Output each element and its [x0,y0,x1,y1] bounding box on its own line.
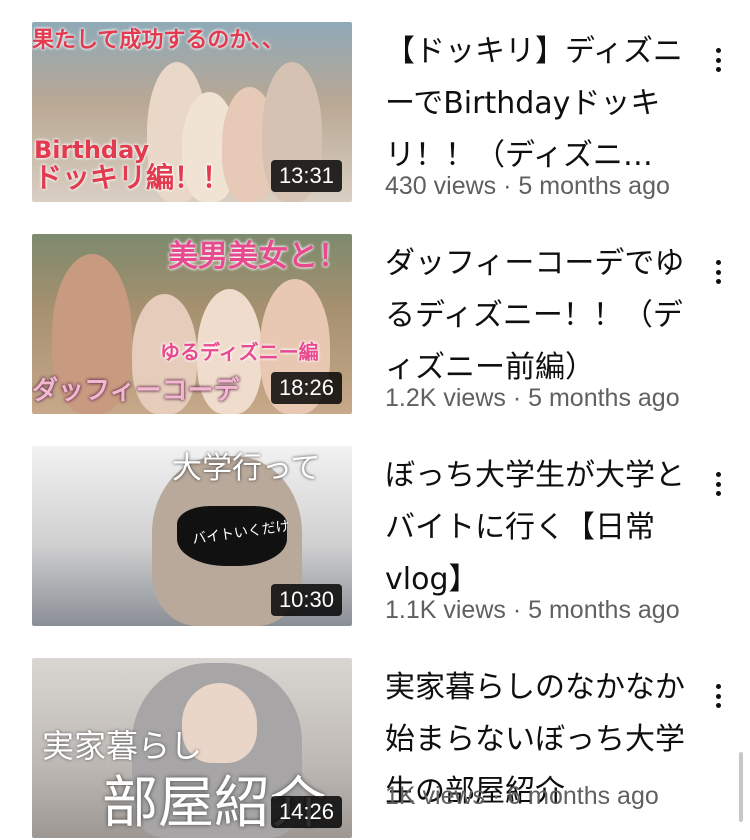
upload-age: 5 months ago [528,596,680,624]
scrollbar[interactable] [739,752,743,822]
thumbnail-caption: Birthday [34,136,150,164]
more-options-icon[interactable] [706,44,730,76]
meta-separator: · [512,384,522,412]
more-options-icon[interactable] [706,256,730,288]
thumbnail-caption: ダッフィーコーデ [32,376,240,406]
more-options-icon[interactable] [706,680,730,712]
video-thumbnail[interactable]: 実家暮らし 部屋紹介 14:26 [32,658,352,838]
video-meta: 1.1K views · 5 months ago [385,596,715,625]
more-options-icon[interactable] [706,468,730,500]
video-meta: 1K views · 6 months ago [385,782,715,811]
video-title[interactable]: ぼっち大学生が大学とバイトに行く【日常vlog】 [385,450,685,606]
view-count: 1.1K views [385,596,506,624]
video-item[interactable]: 美男美女と！ ゆるディズニー編 ダッフィーコーデ 18:26 ダッフィーコーデで… [0,234,750,434]
video-thumbnail[interactable]: 果たして成功するのか、、 Birthday ドッキリ編！！ 13:31 [32,22,352,202]
video-item[interactable]: 果たして成功するのか、、 Birthday ドッキリ編！！ 13:31 【ドッキ… [0,22,750,222]
video-duration: 13:31 [270,159,342,192]
thumbnail-caption: 実家暮らし [42,727,203,765]
thumbnail-caption: 大学行って [172,451,321,486]
thumbnail-caption: ゆるディズニー編 [160,340,319,364]
view-count: 1.2K views [385,384,506,412]
video-meta: 1.2K views · 5 months ago [385,384,715,413]
meta-separator: · [503,172,512,200]
upload-age: 6 months ago [507,782,659,810]
view-count: 430 views [385,172,497,200]
video-thumbnail[interactable]: 大学行って バイトいくだけ 10:30 [32,446,352,626]
video-thumbnail[interactable]: 美男美女と！ ゆるディズニー編 ダッフィーコーデ 18:26 [32,234,352,414]
video-meta: 430 views · 5 months ago [385,172,715,201]
video-item[interactable]: 実家暮らし 部屋紹介 14:26 実家暮らしのなかなか始まらないぼっち大学生の部… [0,658,750,840]
video-duration: 10:30 [270,583,342,616]
upload-age: 5 months ago [518,172,670,200]
meta-separator: · [492,782,501,810]
view-count: 1K views [385,782,486,810]
thumbnail-caption: ドッキリ編！！ [34,161,231,194]
video-duration: 14:26 [270,795,342,828]
video-item[interactable]: 大学行って バイトいくだけ 10:30 ぼっち大学生が大学とバイトに行く【日常v… [0,446,750,646]
meta-separator: · [512,596,522,624]
thumbnail-caption: 果たして成功するのか、、 [32,28,284,53]
video-title[interactable]: 【ドッキリ】ディズニーでBirthdayドッキリ！！（ディズニ… [385,26,685,182]
thumbnail-caption: 美男美女と！ [168,239,348,274]
video-title[interactable]: ダッフィーコーデでゆるディズニー！！（ディズニー前編） [385,238,685,394]
upload-age: 5 months ago [528,384,680,412]
video-duration: 18:26 [270,371,342,404]
